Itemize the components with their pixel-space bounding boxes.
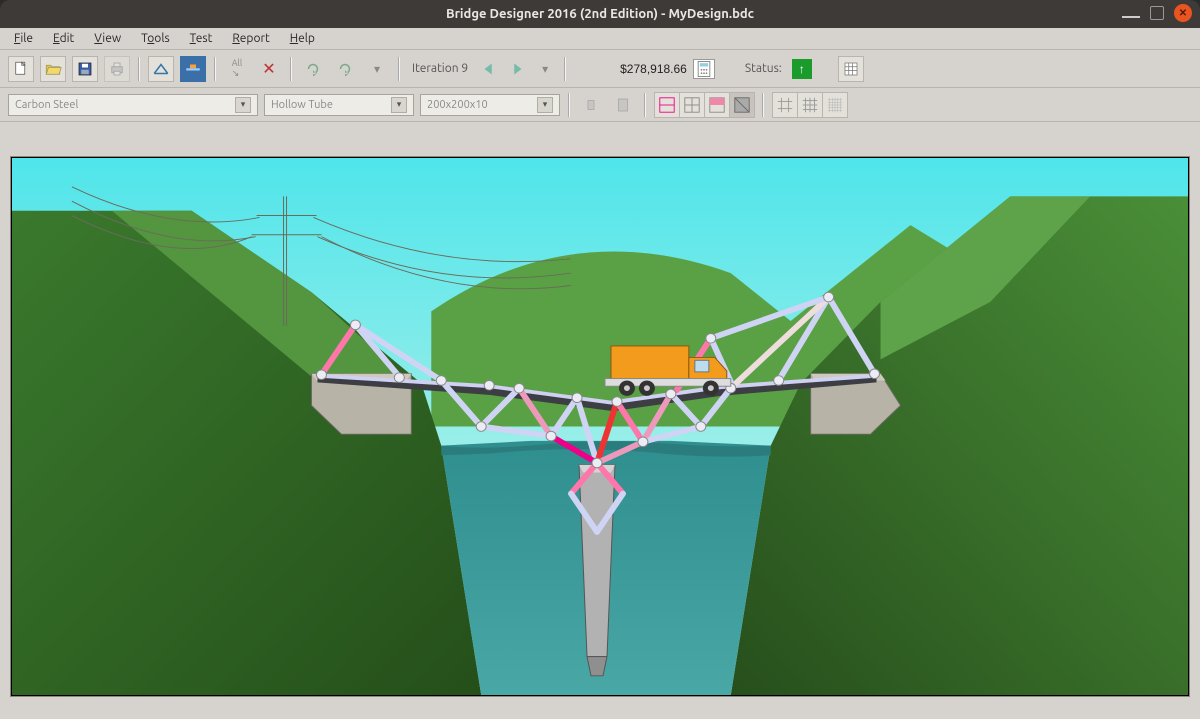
save-file-button[interactable] xyxy=(72,56,98,82)
toolbar-main: All↘ ✕ ▾ Iteration 9 ▾ $278,918.66 Statu… xyxy=(0,50,1200,88)
next-iteration-button[interactable] xyxy=(506,58,528,80)
print-button[interactable] xyxy=(104,56,130,82)
material-dropdown[interactable]: Carbon Steel xyxy=(8,94,258,116)
viewport-3d[interactable] xyxy=(12,158,1188,695)
status-ok-icon: ↑ xyxy=(792,59,812,79)
maximize-button[interactable] xyxy=(1150,6,1164,20)
decrease-size-button[interactable] xyxy=(578,92,604,118)
chevron-down-icon xyxy=(537,97,553,113)
grid-group xyxy=(772,92,847,118)
menu-report[interactable]: Report xyxy=(224,30,277,47)
undo-button[interactable] xyxy=(300,56,326,82)
design-view-button[interactable] xyxy=(148,56,174,82)
view-mode-1-button[interactable] xyxy=(654,92,680,118)
grid-medium-button[interactable] xyxy=(797,92,823,118)
view-mode-3-button[interactable] xyxy=(704,92,730,118)
minimize-button[interactable] xyxy=(1122,4,1140,22)
viewport-frame xyxy=(10,156,1190,697)
redo-button[interactable] xyxy=(332,56,358,82)
statusbar xyxy=(0,707,1200,719)
menu-help[interactable]: Help xyxy=(282,30,323,47)
delete-button[interactable]: ✕ xyxy=(256,56,282,82)
client-area: File Edit View Tools Test Report Help Al… xyxy=(0,28,1200,719)
chevron-down-icon xyxy=(391,97,407,113)
view-mode-group xyxy=(654,92,754,118)
chevron-down-icon xyxy=(235,97,251,113)
menu-view[interactable]: View xyxy=(86,30,129,47)
size-value: 200x200x10 xyxy=(427,99,488,111)
iteration-label: Iteration 9 xyxy=(408,62,472,75)
window-title: Bridge Designer 2016 (2nd Edition) - MyD… xyxy=(446,7,754,21)
section-value: Hollow Tube xyxy=(271,99,333,111)
view-mode-4-button[interactable] xyxy=(729,92,755,118)
menu-tools[interactable]: Tools xyxy=(133,30,178,47)
cost-value: $278,918.66 xyxy=(620,62,687,76)
window-controls xyxy=(1122,4,1192,22)
status-label: Status: xyxy=(741,62,786,75)
new-file-button[interactable] xyxy=(8,56,34,82)
menu-file[interactable]: File xyxy=(6,30,41,47)
increase-size-button[interactable] xyxy=(610,92,636,118)
size-dropdown[interactable]: 200x200x10 xyxy=(420,94,560,116)
grid-fine-button[interactable] xyxy=(822,92,848,118)
grid-coarse-button[interactable] xyxy=(772,92,798,118)
test-view-button[interactable] xyxy=(180,56,206,82)
undo-dropdown-button[interactable]: ▾ xyxy=(364,56,390,82)
calculator-button[interactable] xyxy=(693,59,715,79)
prev-iteration-button[interactable] xyxy=(478,58,500,80)
view-mode-2-button[interactable] xyxy=(679,92,705,118)
material-value: Carbon Steel xyxy=(15,99,78,111)
report-grid-button[interactable] xyxy=(838,56,864,82)
open-file-button[interactable] xyxy=(40,56,66,82)
menu-edit[interactable]: Edit xyxy=(45,30,82,47)
section-dropdown[interactable]: Hollow Tube xyxy=(264,94,414,116)
menubar: File Edit View Tools Test Report Help xyxy=(0,28,1200,50)
iteration-dropdown-button[interactable]: ▾ xyxy=(534,58,556,80)
close-button[interactable] xyxy=(1174,4,1192,22)
window-titlebar: Bridge Designer 2016 (2nd Edition) - MyD… xyxy=(0,0,1200,28)
toolbar-member: Carbon Steel Hollow Tube 200x200x10 xyxy=(0,88,1200,122)
select-all-button[interactable]: All↘ xyxy=(224,56,250,82)
menu-test[interactable]: Test xyxy=(182,30,221,47)
